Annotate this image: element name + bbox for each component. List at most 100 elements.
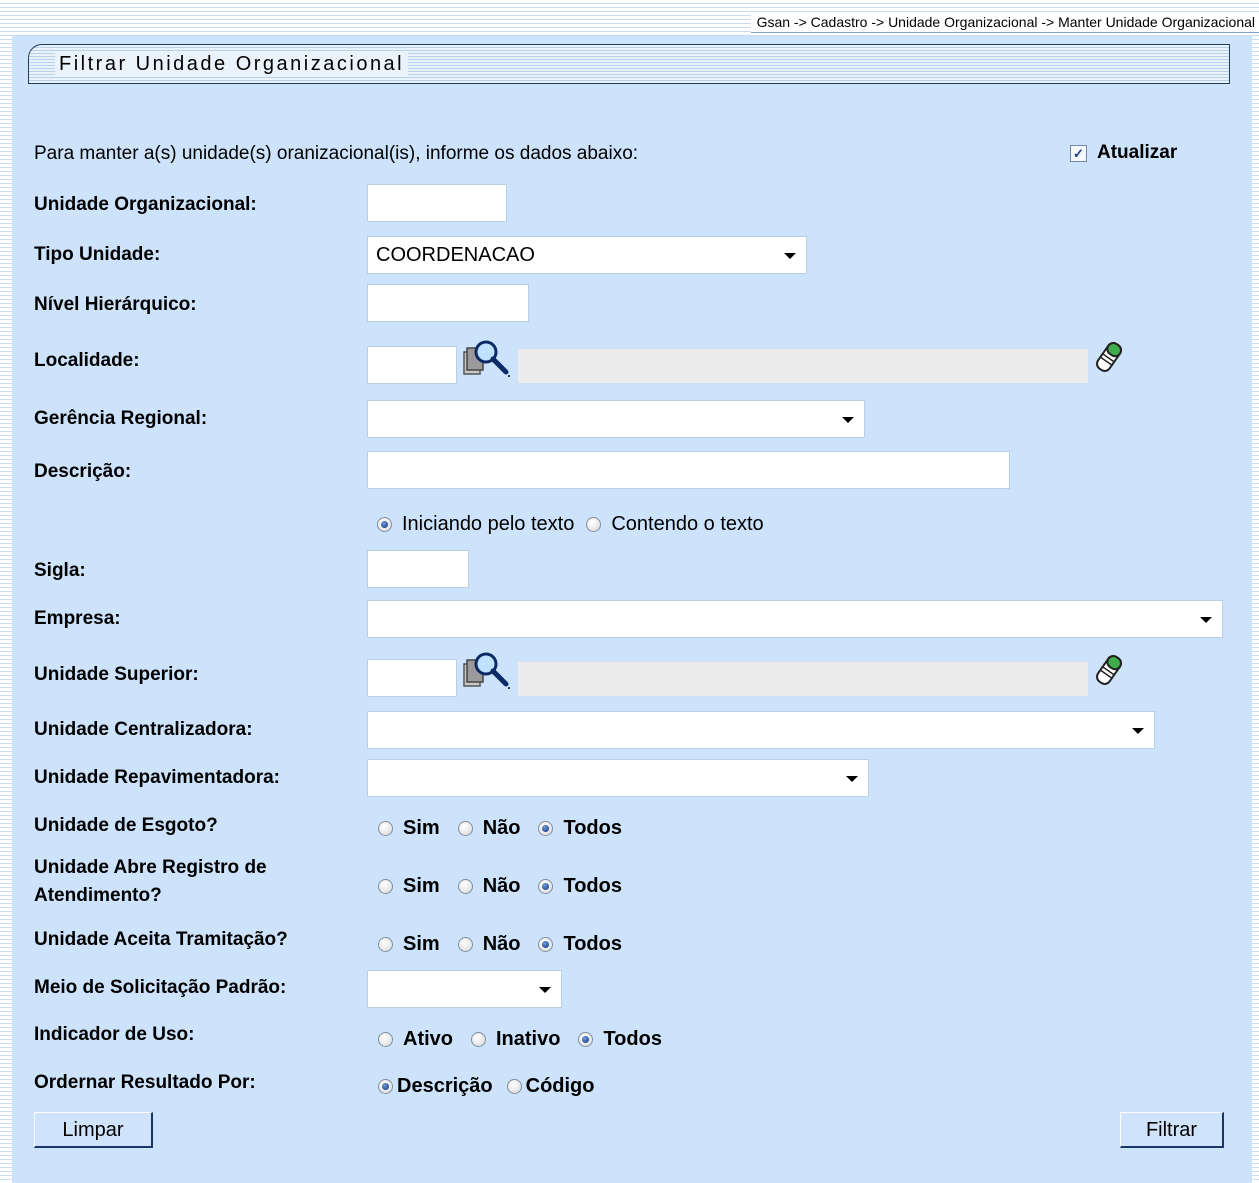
label-sim: Sim [403,817,440,839]
radio-todos[interactable] [538,937,554,952]
chevron-down-icon [1132,728,1144,734]
intro-text: Para manter a(s) unidade(s) oranizaciona… [34,143,639,164]
search-lookup-icon[interactable] [462,650,510,690]
option-codigo[interactable]: Código [506,1075,595,1098]
label-ativo: Ativo [403,1028,453,1050]
unidade-organizacional-input[interactable] [367,184,507,222]
chevron-down-icon [846,776,858,782]
sigla-input[interactable] [367,550,469,588]
meio-solicitacao-select[interactable] [367,970,562,1008]
radio-codigo[interactable] [506,1079,522,1094]
tipo-unidade-value: COORDENACAO [376,244,535,266]
unidade-esgoto-group: Sim Não Todos [378,817,640,840]
chevron-down-icon [1200,617,1212,623]
radio-nao[interactable] [457,879,473,894]
localidade-code-input[interactable] [367,346,457,384]
search-lookup-icon[interactable] [462,338,510,378]
breadcrumb: Gsan -> Cadastro -> Unidade Organizacion… [750,12,1259,33]
label-ordenar: Ordernar Resultado Por: [34,1072,256,1093]
chevron-down-icon [842,417,854,423]
option-sim[interactable]: Sim [378,875,440,898]
option-sim[interactable]: Sim [378,817,440,840]
radio-nao[interactable] [457,937,473,952]
limpar-button[interactable]: Limpar [34,1112,153,1148]
eraser-icon[interactable] [1095,340,1123,374]
filter-panel: Filtrar Unidade Organizacional Para mant… [12,36,1252,1183]
option-nao[interactable]: Não [457,875,521,898]
label-meio-solicitacao: Meio de Solicitação Padrão: [34,977,287,998]
radio-sim[interactable] [378,937,393,952]
atualizar-option[interactable]: ✓ Atualizar [1070,142,1177,164]
option-iniciando[interactable]: Iniciando pelo texto [377,513,574,536]
label-sim: Sim [403,933,440,955]
chevron-down-icon [784,253,796,259]
atualizar-label: Atualizar [1097,142,1178,163]
empresa-select[interactable] [367,600,1223,638]
label-iniciando: Iniciando pelo texto [402,513,575,535]
option-ativo[interactable]: Ativo [378,1028,453,1051]
unidade-superior-description [517,661,1089,697]
label-inativo: Inativo [496,1028,561,1050]
radio-contendo[interactable] [586,517,602,532]
label-localidade: Localidade: [34,350,140,371]
option-descricao[interactable]: Descrição [378,1075,493,1098]
label-unidade-repavimentadora: Unidade Repavimentadora: [34,767,280,788]
unidade-aceita-tramitacao-group: Sim Não Todos [378,933,640,956]
radio-nao[interactable] [457,821,473,836]
unidade-superior-code-input[interactable] [367,659,457,697]
option-todos[interactable]: Todos [538,933,622,956]
option-todos[interactable]: Todos [538,817,622,840]
label-indicador-uso: Indicador de Uso: [34,1024,195,1045]
label-todos: Todos [603,1028,662,1050]
descricao-input[interactable] [367,451,1010,489]
option-contendo[interactable]: Contendo o texto [586,513,764,536]
chevron-down-icon [539,987,551,993]
label-unidade-superior: Unidade Superior: [34,664,199,685]
radio-iniciando[interactable] [377,517,392,532]
label-nao: Não [482,875,521,897]
tipo-unidade-select[interactable]: COORDENACAO [367,236,807,274]
radio-todos[interactable] [538,879,554,894]
label-todos: Todos [563,817,622,839]
nivel-hierarquico-input[interactable] [367,284,529,322]
label-nao: Não [482,817,521,839]
label-unidade-organizacional: Unidade Organizacional: [34,194,257,215]
atualizar-checkbox[interactable]: ✓ [1070,144,1087,162]
radio-todos[interactable] [578,1032,594,1047]
eraser-icon[interactable] [1095,653,1123,687]
option-nao[interactable]: Não [457,933,521,956]
title-bar: Filtrar Unidade Organizacional [28,44,1230,84]
radio-ativo[interactable] [378,1032,393,1047]
radio-inativo[interactable] [471,1032,486,1047]
label-nao: Não [482,933,521,955]
option-nao[interactable]: Não [457,817,521,840]
label-sim: Sim [403,875,440,897]
unidade-repavimentadora-select[interactable] [367,759,869,797]
label-unidade-esgoto: Unidade de Esgoto? [34,815,218,836]
unidade-centralizadora-select[interactable] [367,711,1155,749]
descricao-mode-group: Iniciando pelo texto Contendo o texto [377,513,782,536]
label-contendo: Contendo o texto [611,513,764,535]
localidade-description [517,348,1089,384]
label-todos: Todos [563,933,622,955]
option-todos[interactable]: Todos [578,1028,662,1051]
label-empresa: Empresa: [34,608,121,629]
label-codigo: Código [525,1075,595,1097]
gerencia-regional-select[interactable] [367,400,865,438]
radio-todos[interactable] [538,821,554,836]
label-tipo-unidade: Tipo Unidade: [34,244,161,265]
radio-sim[interactable] [378,879,393,894]
label-sigla: Sigla: [34,560,86,581]
unidade-abre-registro-group: Sim Não Todos [378,875,640,898]
label-unidade-abre-registro-line2: Atendimento? [34,885,162,906]
option-todos[interactable]: Todos [538,875,622,898]
option-inativo[interactable]: Inativo [471,1028,560,1051]
radio-descricao[interactable] [378,1079,393,1094]
label-unidade-centralizadora: Unidade Centralizadora: [34,719,253,740]
filtrar-button[interactable]: Filtrar [1120,1112,1224,1148]
label-gerencia-regional: Gerência Regional: [34,408,208,429]
option-sim[interactable]: Sim [378,933,440,956]
radio-sim[interactable] [378,821,393,836]
label-nivel-hierarquico: Nível Hierárquico: [34,294,197,315]
label-unidade-abre-registro-line1: Unidade Abre Registro de [34,857,267,878]
